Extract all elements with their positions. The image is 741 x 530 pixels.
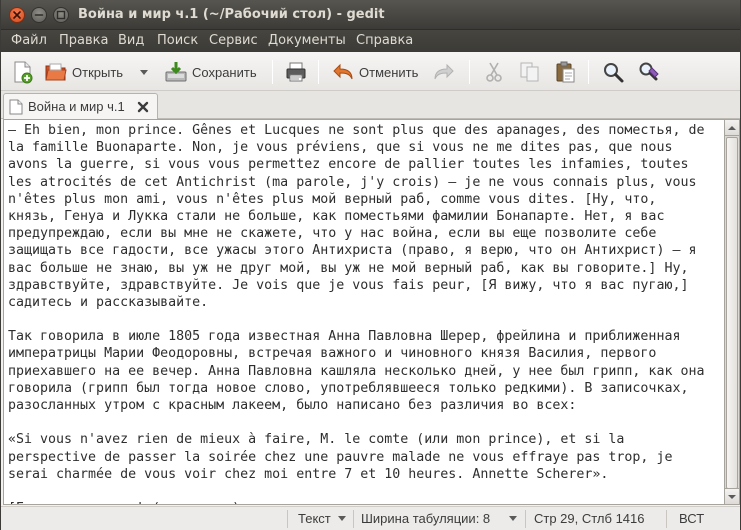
menu-view[interactable]: Вид bbox=[118, 33, 144, 48]
menu-bar: Файл Правка Вид Поиск Сервис Документы С… bbox=[1, 30, 740, 52]
undo-icon bbox=[333, 63, 353, 80]
text-document-icon bbox=[9, 99, 23, 115]
chevron-down-icon bbox=[140, 70, 148, 75]
new-document-icon bbox=[14, 61, 33, 84]
find-replace-icon bbox=[639, 62, 659, 81]
scroll-down-button[interactable] bbox=[725, 488, 739, 504]
magnifier-icon bbox=[604, 63, 624, 83]
menu-file[interactable]: Файл bbox=[11, 33, 47, 48]
document-line: разосланных утром с красным лакеем, было… bbox=[8, 398, 577, 413]
close-tab-icon[interactable] bbox=[137, 101, 149, 113]
open-button[interactable]: Открыть bbox=[44, 58, 123, 86]
arrow-up-icon bbox=[728, 126, 736, 130]
status-separator bbox=[666, 510, 667, 528]
document-line: avons la guerre, si vous vous permettez … bbox=[8, 157, 689, 173]
menu-search[interactable]: Поиск bbox=[157, 33, 198, 48]
minimize-icon bbox=[34, 14, 44, 16]
cursor-position: Стр 29, Стлб 1416 bbox=[534, 511, 645, 526]
document-line: здравствуйте, здравствуйте. Je vois que … bbox=[8, 277, 689, 293]
undo-button[interactable]: Отменить bbox=[331, 58, 418, 86]
document-line: садитесь и рассказывайте. bbox=[8, 294, 209, 310]
document-line: la famille Buonaparte. Non, je vous prév… bbox=[8, 140, 673, 156]
vertical-scrollbar[interactable] bbox=[725, 119, 740, 505]
language-mode-arrow-icon bbox=[338, 516, 346, 521]
find-button[interactable] bbox=[601, 58, 625, 86]
document-tab[interactable]: Война и мир ч.1 bbox=[3, 93, 158, 120]
document-line bbox=[8, 483, 720, 500]
printer-icon bbox=[286, 62, 306, 82]
document-line: говорила (грипп был тогда новое слово, у… bbox=[8, 380, 689, 396]
document-line: perspective de passer la soirée chez une… bbox=[8, 449, 673, 465]
toolbar-separator bbox=[588, 60, 589, 84]
document-line: предупреждаю, если вы мне не скажете, чт… bbox=[8, 226, 657, 242]
cut-button[interactable] bbox=[482, 58, 506, 86]
new-document-button[interactable] bbox=[11, 58, 35, 86]
insert-mode-indicator: ВСТ bbox=[679, 511, 705, 526]
paste-button[interactable] bbox=[553, 58, 577, 86]
document-line: вас больше не знаю, вы уж не друг мой, в… bbox=[8, 260, 689, 276]
toolbar: Открыть Сохранить Отменить bbox=[1, 52, 740, 91]
find-replace-button[interactable] bbox=[637, 58, 661, 86]
window-title: Война и мир ч.1 (~/Рабочий стол) - gedit bbox=[78, 7, 385, 22]
document-line: [Если у вас, граф (или князь), нет в вид… bbox=[8, 500, 720, 504]
document-text[interactable]: — Eh bien, mon prince. Gênes et Lucques … bbox=[8, 122, 720, 504]
print-button[interactable] bbox=[284, 58, 308, 86]
document-line: защищать все гадости, все ужасы этого Ан… bbox=[8, 243, 697, 259]
title-bar[interactable]: Война и мир ч.1 (~/Рабочий стол) - gedit bbox=[1, 0, 740, 30]
document-line bbox=[8, 414, 720, 431]
redo-icon bbox=[434, 63, 454, 80]
toolbar-separator bbox=[272, 60, 273, 84]
language-mode-selector[interactable]: Текст bbox=[298, 511, 331, 526]
document-line: Так говорила в июле 1805 года известная … bbox=[8, 329, 681, 345]
text-editor[interactable]: — Eh bien, mon prince. Gênes et Lucques … bbox=[3, 119, 725, 505]
tab-label: Война и мир ч.1 bbox=[28, 99, 125, 114]
save-button[interactable]: Сохранить bbox=[164, 58, 257, 86]
menu-tools[interactable]: Сервис bbox=[209, 33, 258, 48]
status-separator bbox=[287, 510, 288, 528]
document-tab-bar: Война и мир ч.1 bbox=[1, 91, 740, 120]
copy-button[interactable] bbox=[518, 58, 542, 86]
close-window-button[interactable] bbox=[9, 7, 25, 23]
toolbar-separator bbox=[469, 60, 470, 84]
maximize-window-button[interactable] bbox=[53, 7, 69, 23]
toolbar-separator bbox=[318, 60, 319, 84]
scissors-icon bbox=[486, 62, 502, 82]
gedit-window: Война и мир ч.1 (~/Рабочий стол) - gedit… bbox=[0, 0, 741, 530]
folder-open-icon bbox=[45, 63, 67, 81]
status-separator bbox=[525, 510, 526, 528]
document-line bbox=[8, 311, 720, 328]
paste-icon bbox=[556, 61, 575, 83]
menu-documents[interactable]: Документы bbox=[268, 33, 346, 48]
document-line: — Eh bien, mon prince. Gênes et Lucques … bbox=[8, 123, 705, 138]
status-separator bbox=[353, 510, 354, 528]
document-line: приехавшего на ее вечер. Анна Павловна к… bbox=[8, 363, 705, 379]
document-line: князь, Генуа и Лукка стали не больше, ка… bbox=[8, 208, 665, 224]
scroll-up-button[interactable] bbox=[725, 120, 739, 136]
maximize-icon bbox=[56, 10, 66, 20]
copy-icon bbox=[520, 62, 539, 82]
scrollbar-thumb[interactable] bbox=[726, 137, 738, 489]
save-label: Сохранить bbox=[192, 64, 257, 80]
save-icon bbox=[165, 62, 187, 82]
document-line: les atrocités de cet Antichrist (ma paro… bbox=[8, 174, 697, 190]
status-bar: Текст Ширина табуляции: 8 Стр 29, Стлб 1… bbox=[1, 506, 740, 530]
menu-help[interactable]: Справка bbox=[356, 33, 413, 48]
document-line: императрицы Марии Феодоровны, встречая в… bbox=[8, 346, 657, 362]
menu-edit[interactable]: Правка bbox=[59, 33, 108, 48]
undo-label: Отменить bbox=[359, 64, 419, 80]
open-recent-dropdown[interactable] bbox=[139, 58, 149, 86]
document-line: serai charmée de vous voir chez moi entr… bbox=[8, 466, 609, 482]
redo-button[interactable] bbox=[432, 58, 456, 86]
close-icon bbox=[13, 11, 21, 19]
arrow-down-icon bbox=[728, 495, 736, 499]
tab-width-selector[interactable]: Ширина табуляции: 8 bbox=[361, 511, 490, 526]
document-line: «Si vous n'avez rien de mieux à faire, M… bbox=[8, 432, 625, 448]
minimize-window-button[interactable] bbox=[31, 7, 47, 23]
tab-width-arrow-icon bbox=[509, 516, 517, 521]
open-label: Открыть bbox=[72, 64, 124, 80]
document-line: n'êtes plus mon ami, vous n'êtes plus мо… bbox=[8, 191, 657, 207]
